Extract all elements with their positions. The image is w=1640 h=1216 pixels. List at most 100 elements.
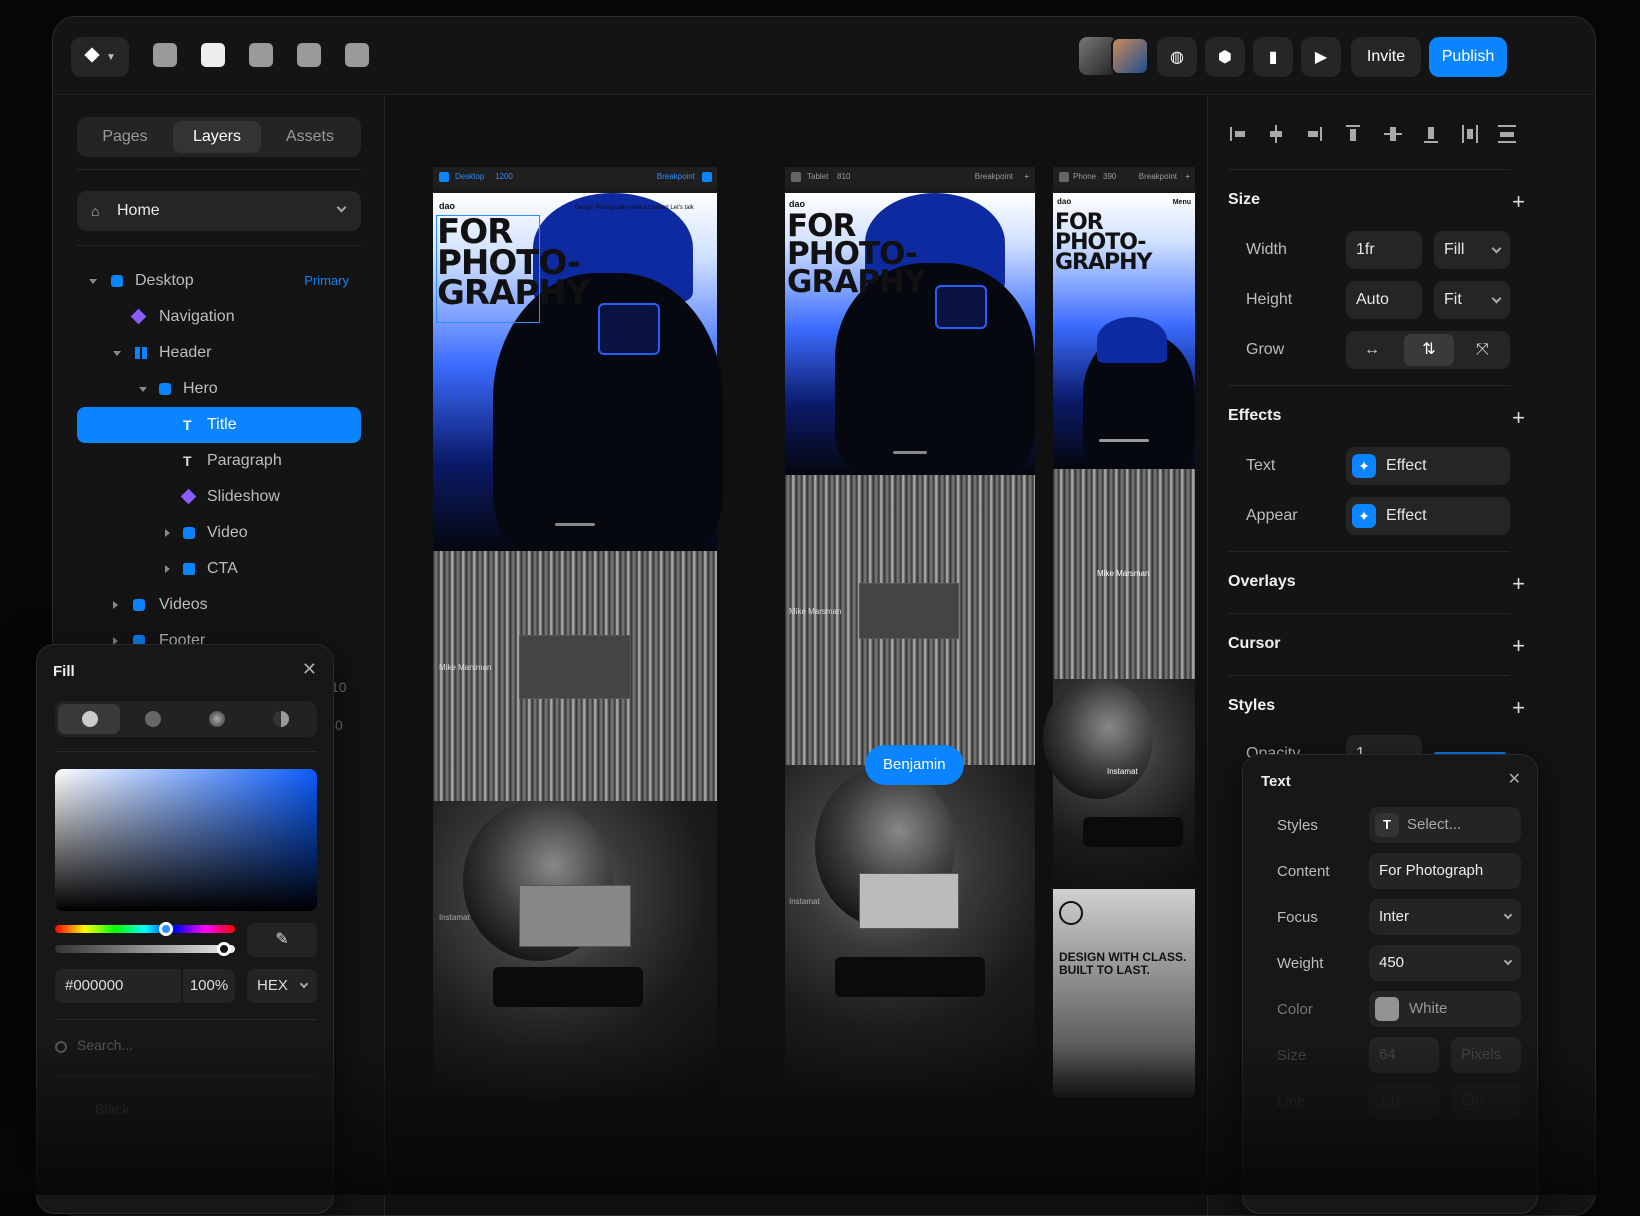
layer-slideshow[interactable]: Slideshow [77,479,361,515]
page-select[interactable]: ⌂ Home [77,191,361,231]
color-input[interactable]: White [1369,991,1521,1027]
weight-select[interactable]: 450 [1369,945,1521,981]
alpha-slider[interactable] [55,945,235,953]
publish-button[interactable]: Publish [1429,37,1507,77]
layer-header[interactable]: Header [77,335,361,371]
tab-assets[interactable]: Assets [265,121,355,153]
components-icon[interactable] [345,43,369,67]
hue-slider[interactable] [55,925,235,933]
section-styles: Styles [1228,697,1276,714]
fill-solid-button[interactable] [58,704,120,734]
layer-title[interactable]: T Title [77,407,361,443]
layout-icon[interactable] [201,43,225,67]
settings-icon[interactable]: ⬢ [1205,37,1245,77]
frame-desktop[interactable]: Desktop 1200 Breakpoint dao Design Photo… [433,167,723,1097]
color-swatch [1375,997,1399,1021]
layer-videos[interactable]: Videos [77,587,361,623]
layer-navigation[interactable]: Navigation [77,299,361,335]
globe-icon[interactable]: ◍ [1157,37,1197,77]
styles-select[interactable]: T Select... [1369,807,1521,843]
layer-video[interactable]: Video [77,515,361,551]
text-style-icon: T [1375,813,1399,837]
content-input[interactable]: For Photograph [1369,853,1521,889]
text-effect-button[interactable]: ✦ Effect [1346,447,1510,485]
close-icon[interactable]: ✕ [1508,769,1521,789]
play-icon[interactable]: ▶ [1301,37,1341,77]
width-mode-select[interactable]: Fill [1434,231,1510,269]
grow-horizontal-icon[interactable]: ↔ [1364,331,1380,369]
line-unit-select[interactable]: Em [1451,1083,1521,1119]
caret-icon[interactable] [113,351,121,356]
align-bottom-icon[interactable] [1424,125,1438,143]
avatar[interactable] [1111,37,1149,75]
align-hcenter-icon[interactable] [1268,125,1284,143]
size-unit-select[interactable]: Pixels [1451,1037,1521,1073]
caret-icon[interactable] [113,601,118,609]
grow-fill-icon[interactable]: ⤧ [1476,331,1489,369]
align-left-icon[interactable] [1230,127,1246,141]
radial-gradient-icon[interactable] [209,711,225,727]
frame-phone[interactable]: Phone 390 Breakpoint + dao Menu FOR PHOT… [1043,167,1195,1097]
grow-vertical-icon[interactable]: ⇅ [1404,334,1454,366]
add-breakpoint-icon[interactable]: + [1024,167,1029,187]
caret-icon[interactable] [139,387,147,392]
tab-pages[interactable]: Pages [81,121,169,153]
text-icon[interactable] [249,43,273,67]
distribute-v-icon[interactable] [1498,125,1516,143]
format-value: HEX [257,977,288,994]
add-icon[interactable]: + [1512,635,1525,657]
phone-menu[interactable]: Menu [1173,199,1191,206]
eyedropper-button[interactable]: ✎ [247,923,317,957]
linear-gradient-icon[interactable] [145,711,161,727]
format-select[interactable]: HEX [247,969,317,1003]
layer-paragraph[interactable]: T Paragraph [77,443,361,479]
caret-icon[interactable] [89,279,97,284]
add-icon[interactable]: + [1512,191,1525,213]
framer-menu-button[interactable]: ⯁ ▼ [71,37,129,77]
appear-effect-button[interactable]: ✦ Effect [1346,497,1510,535]
height-mode-select[interactable]: Fit [1434,281,1510,319]
alpha-slider-thumb[interactable] [217,942,231,956]
analytics-icon[interactable]: ▮ [1253,37,1293,77]
align-right-icon[interactable] [1306,127,1322,141]
play-icon[interactable] [791,172,801,182]
canvas[interactable]: Desktop 1200 Breakpoint dao Design Photo… [385,95,1215,1215]
caret-icon[interactable] [165,529,170,537]
add-icon[interactable]: + [1512,573,1525,595]
distribute-h-icon[interactable] [1462,125,1478,143]
line-input[interactable]: 1.0 [1369,1083,1439,1119]
add-icon[interactable]: + [1512,407,1525,429]
layer-cta[interactable]: CTA [77,551,361,587]
height-input[interactable]: Auto [1346,281,1422,319]
layer-hero[interactable]: Hero [77,371,361,407]
layer-label: Desktop [135,272,194,289]
close-icon[interactable]: ✕ [302,659,317,680]
tab-layers[interactable]: Layers [173,121,261,153]
swatch-search-input[interactable]: Search... [77,1037,133,1053]
conic-gradient-icon[interactable] [273,711,289,727]
hex-input[interactable]: #000000 [55,969,181,1003]
align-top-icon[interactable] [1346,125,1360,143]
width-input[interactable]: 1fr [1346,231,1422,269]
frame-header: Phone 390 Breakpoint + [1053,167,1195,187]
hue-slider-thumb[interactable] [159,922,173,936]
cms-icon[interactable] [297,43,321,67]
layer-desktop[interactable]: Desktop Primary [77,263,361,299]
add-breakpoint-icon[interactable] [702,172,712,182]
add-breakpoint-icon[interactable]: + [1185,167,1190,187]
color-picker-area[interactable] [55,769,317,911]
play-icon[interactable] [439,172,449,182]
alignment-toolbar [1228,125,1516,145]
caret-icon[interactable] [165,565,170,573]
font-select[interactable]: Inter [1369,899,1521,935]
swatch-item[interactable]: Black [95,1101,129,1117]
add-icon[interactable]: + [1512,697,1525,719]
insert-icon[interactable] [153,43,177,67]
play-icon[interactable] [1059,172,1069,182]
opacity-input[interactable]: 100% [183,969,235,1003]
size-input[interactable]: 64 [1369,1037,1439,1073]
frame-tablet[interactable]: Tablet 810 Breakpoint + dao FOR PHOTO-GR… [785,167,1035,1097]
invite-button[interactable]: Invite [1351,37,1421,77]
fill-type-segmented [55,701,317,737]
align-vcenter-icon[interactable] [1384,125,1402,143]
